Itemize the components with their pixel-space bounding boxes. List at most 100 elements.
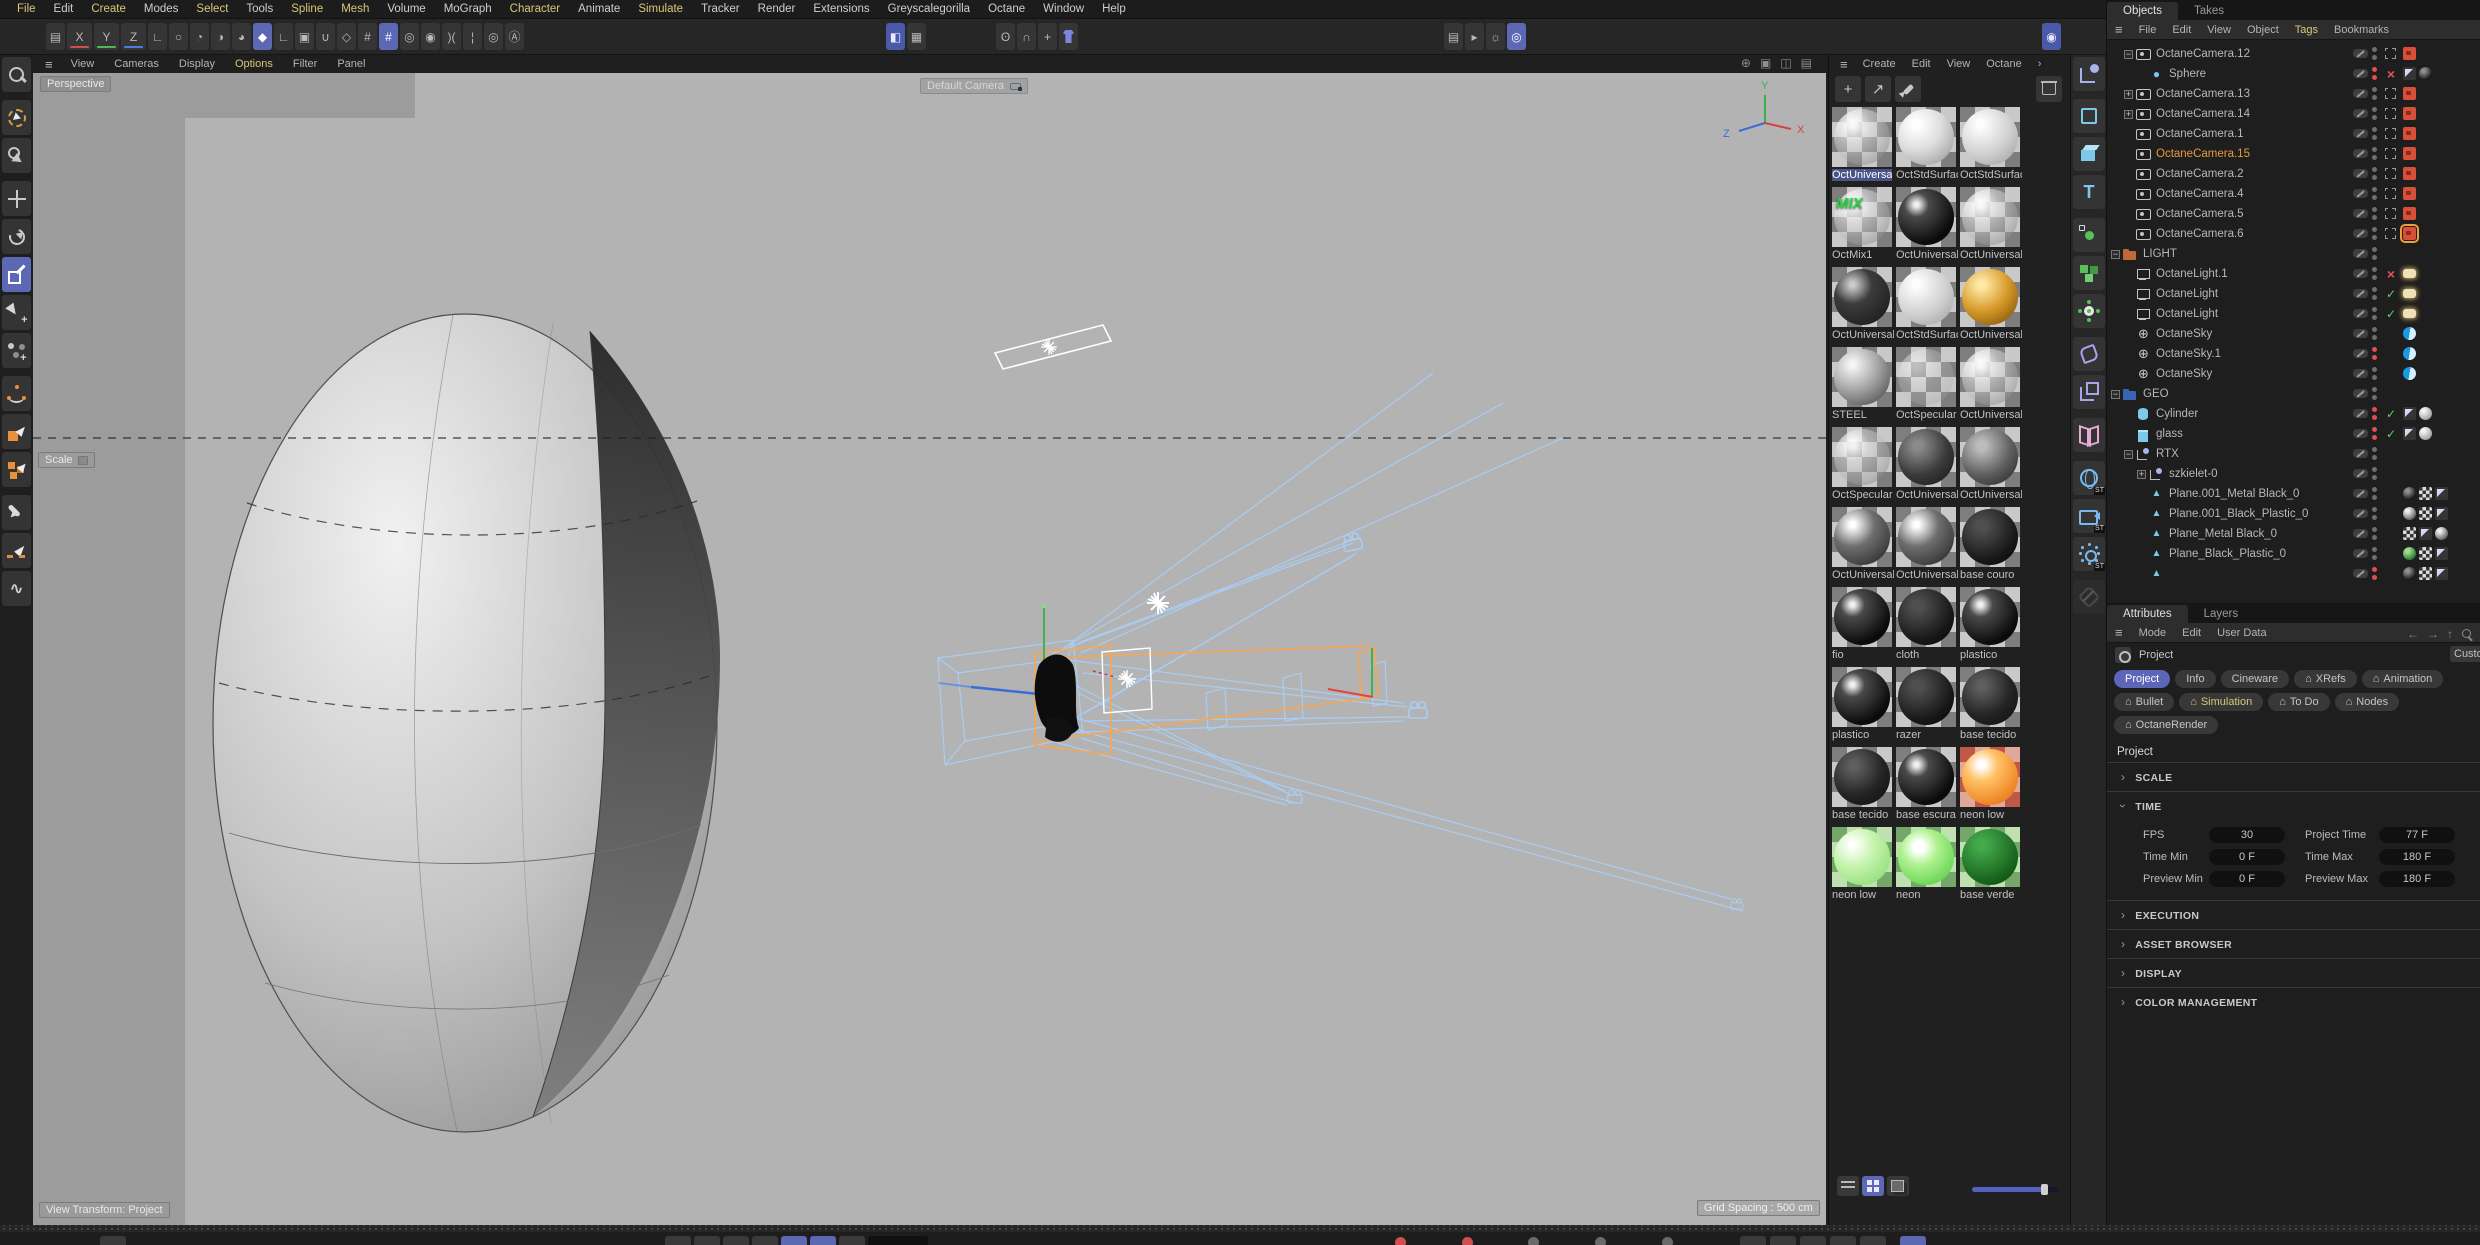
section-color-management[interactable]: ›COLOR MANAGEMENT: [2107, 987, 2480, 1016]
cam-tag-icon[interactable]: [2403, 207, 2416, 220]
menu-character[interactable]: Character: [501, 3, 570, 15]
material-item[interactable]: base couro: [1960, 507, 2022, 587]
visibility-dots[interactable]: [2372, 367, 2377, 383]
timeline-button[interactable]: [1830, 1236, 1856, 1245]
object-row[interactable]: ⊕OctaneSky: [2107, 324, 2480, 344]
scale-tool[interactable]: [2, 257, 31, 292]
object-row[interactable]: OctaneLight.1×: [2107, 264, 2480, 284]
timeline-dot[interactable]: [1395, 1237, 1406, 1245]
plane-tool-icon[interactable]: ▣: [295, 23, 314, 50]
snap-magnet-icon[interactable]: ∩: [1017, 23, 1036, 50]
pill-cineware[interactable]: Cineware: [2221, 670, 2289, 688]
material-hamburger-icon[interactable]: ≡: [1833, 57, 1855, 72]
pill-nodes[interactable]: ⌂Nodes: [2335, 693, 2399, 711]
octane-light-icon[interactable]: ST: [2073, 537, 2105, 571]
layer-toggle-icon[interactable]: [2353, 529, 2368, 538]
visibility-dots[interactable]: [2372, 527, 2377, 543]
timeline-dot[interactable]: [1595, 1237, 1606, 1245]
light-tag-icon[interactable]: [2403, 289, 2416, 298]
axis-z-button[interactable]: Z: [121, 23, 146, 50]
sky-tag-icon[interactable]: [2403, 327, 2416, 340]
expand-toggle[interactable]: +: [2124, 90, 2133, 99]
layer-toggle-icon[interactable]: [2353, 429, 2368, 438]
visibility-dots[interactable]: [2372, 447, 2377, 463]
visibility-dots[interactable]: [2372, 407, 2377, 423]
snap-lamp-icon[interactable]: ʘ: [996, 23, 1015, 50]
layer-toggle-icon[interactable]: [2353, 149, 2368, 158]
light-icon[interactable]: [1041, 339, 1056, 354]
object-row[interactable]: +OctaneCamera.14: [2107, 104, 2480, 124]
material-item[interactable]: OctUniversal: [1960, 267, 2022, 347]
timeline-button[interactable]: [100, 1236, 126, 1245]
expand-toggle[interactable]: −: [2111, 390, 2120, 399]
vp-layout-icon[interactable]: ▣: [1760, 56, 1771, 70]
viewport-menu-cameras[interactable]: Cameras: [104, 58, 169, 70]
brush-tool[interactable]: [2, 495, 31, 530]
grid-icon[interactable]: #: [358, 23, 377, 50]
tab-layers[interactable]: Layers: [2188, 605, 2255, 623]
layer-toggle-icon[interactable]: [2353, 169, 2368, 178]
timeline-button[interactable]: [723, 1236, 749, 1245]
material-list-view-icon[interactable]: [1837, 1176, 1859, 1196]
view-label[interactable]: Perspective: [40, 76, 111, 92]
phong-tag-icon[interactable]: [2403, 427, 2416, 440]
field-value-time-min[interactable]: 0 F: [2209, 849, 2285, 865]
layer-toggle-icon[interactable]: [2353, 489, 2368, 498]
ball-gray-tag-icon[interactable]: [2435, 527, 2448, 540]
timeline-dot[interactable]: [1662, 1237, 1673, 1245]
object-menu-file[interactable]: File: [2131, 24, 2165, 36]
add-material-button[interactable]: +: [1835, 76, 1861, 102]
object-row[interactable]: ▲Plane_Metal Black_0: [2107, 524, 2480, 544]
material-item[interactable]: STEEL: [1832, 347, 1894, 427]
cam-tag-icon[interactable]: [2403, 107, 2416, 120]
object-row[interactable]: ●Sphere×: [2107, 64, 2480, 84]
visibility-dots[interactable]: [2372, 567, 2377, 583]
material-item[interactable]: OctSpecular: [1896, 347, 1958, 427]
layer-toggle-icon[interactable]: [2353, 109, 2368, 118]
material-item[interactable]: fio: [1832, 587, 1894, 667]
visibility-dots[interactable]: [2372, 227, 2377, 243]
rings-icon[interactable]: ◎: [400, 23, 419, 50]
layer-toggle-icon[interactable]: [2353, 49, 2368, 58]
axis-y-button[interactable]: Y: [94, 23, 119, 50]
material-item[interactable]: OctUniversal: [1832, 267, 1894, 347]
section-scale[interactable]: ›SCALE: [2107, 762, 2480, 791]
ball-black-tag-icon[interactable]: [2403, 487, 2416, 500]
material-arrow-button[interactable]: ↗: [1865, 76, 1891, 102]
material-item[interactable]: OctStdSurface: [1896, 267, 1958, 347]
section-execution[interactable]: ›EXECUTION: [2107, 900, 2480, 929]
material-item[interactable]: OctUniversal: [1896, 427, 1958, 507]
back-arrow-icon[interactable]: ←: [2407, 627, 2419, 641]
object-hamburger-icon[interactable]: ≡: [2107, 22, 2131, 37]
volume-builder-icon[interactable]: [2073, 256, 2105, 290]
visibility-dots[interactable]: [2372, 267, 2377, 283]
axis-x-button[interactable]: X: [67, 23, 92, 50]
enabled-check-icon[interactable]: ✓: [2383, 404, 2399, 424]
render-view-button[interactable]: ◧: [886, 23, 905, 50]
subject-mesh[interactable]: [1035, 655, 1079, 742]
visibility-dots[interactable]: [2372, 327, 2377, 343]
layer-toggle-icon[interactable]: [2353, 129, 2368, 138]
visibility-dots[interactable]: [2372, 187, 2377, 203]
auto-keyframe-icon[interactable]: Ⓐ: [505, 23, 524, 50]
object-row[interactable]: ▲Plane.001_Metal Black_0: [2107, 484, 2480, 504]
object-row[interactable]: ▲Plane.001_Black_Plastic_0: [2107, 504, 2480, 524]
live-selection-tool[interactable]: [2, 100, 31, 135]
visibility-dots[interactable]: [2372, 507, 2377, 523]
render-frame-icon[interactable]: [2385, 108, 2396, 119]
material-item[interactable]: OctSpecular: [1832, 427, 1894, 507]
field-value-preview-min[interactable]: 0 F: [2209, 871, 2285, 887]
menu-simulate[interactable]: Simulate: [629, 3, 692, 15]
object-row[interactable]: ⊕OctaneSky.1: [2107, 344, 2480, 364]
object-row[interactable]: +OctaneCamera.13: [2107, 84, 2480, 104]
object-row[interactable]: ⊕OctaneSky: [2107, 364, 2480, 384]
pill-bullet[interactable]: ⌂Bullet: [2114, 693, 2174, 711]
move-tool[interactable]: [2, 181, 31, 216]
pin-icon[interactable]: ¦: [463, 23, 482, 50]
cube-object-icon[interactable]: [2073, 137, 2105, 171]
deformer-icon[interactable]: [2073, 337, 2105, 371]
cursor-transform-tool[interactable]: [2, 295, 31, 330]
phong-tag-icon[interactable]: [2435, 507, 2448, 520]
primitive-solid-icon[interactable]: ◕: [232, 23, 251, 50]
thumbnail-size-slider[interactable]: [1972, 1187, 2058, 1192]
